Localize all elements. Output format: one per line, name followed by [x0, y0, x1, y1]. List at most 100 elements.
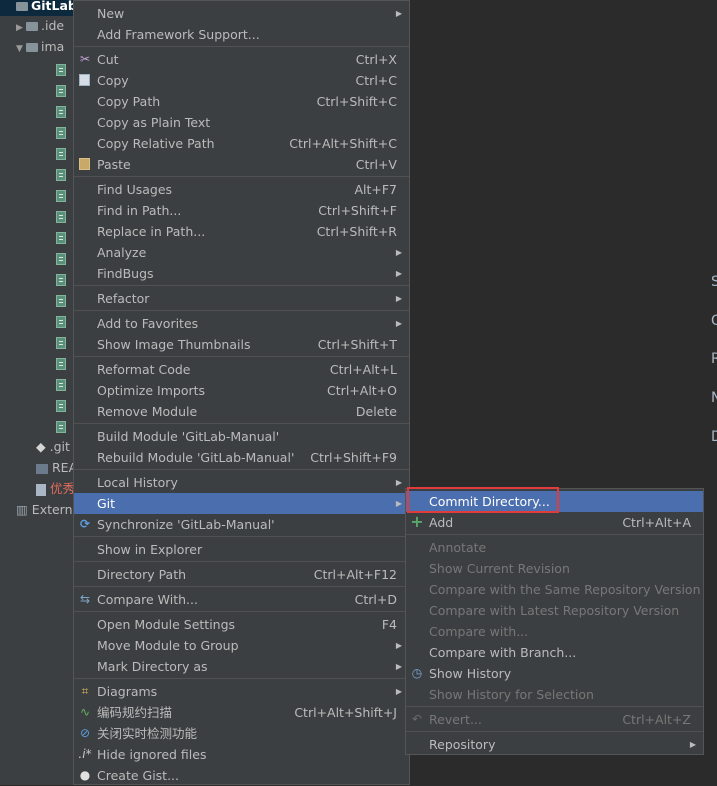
menu-item-copy-as-plain-text[interactable]: Copy as Plain Text	[74, 112, 409, 133]
menu-item-compare-with: Compare with...	[406, 621, 703, 642]
expand-arrow-icon[interactable]: ▶	[16, 18, 26, 38]
menu-item-label: Git	[97, 496, 116, 511]
menu-item-build-module-gitlab-manual[interactable]: Build Module 'GitLab-Manual'	[74, 426, 409, 447]
menu-item-create-gist[interactable]: ● Create Gist...	[74, 765, 409, 786]
menu-item-mark-directory-as[interactable]: Mark Directory as ▶	[74, 656, 409, 677]
image-file-icon[interactable]	[56, 295, 66, 307]
library-icon: ▥	[16, 502, 28, 517]
image-file-icon[interactable]	[56, 85, 66, 97]
image-file-icon[interactable]	[56, 127, 66, 139]
menu-item-label: Move Module to Group	[97, 638, 239, 653]
image-file-icon[interactable]	[56, 64, 66, 76]
menu-item-label: Refactor	[97, 291, 150, 306]
menu-separator	[74, 176, 409, 177]
menu-item-find-in-path[interactable]: Find in Path... Ctrl+Shift+F	[74, 200, 409, 221]
menu-item-paste[interactable]: Paste Ctrl+V	[74, 154, 409, 175]
menu-item-label: Find Usages	[97, 182, 173, 197]
menu-item-add[interactable]: + Add Ctrl+Alt+A	[406, 512, 703, 533]
menu-item-new[interactable]: New ▶	[74, 3, 409, 24]
menu-item-compare-with-latest-repository-version: Compare with Latest Repository Version	[406, 600, 703, 621]
menu-item-local-history[interactable]: Local History ▶	[74, 472, 409, 493]
menu-item-cjk-31[interactable]: ∿ 编码规约扫描 Ctrl+Alt+Shift+J	[74, 702, 409, 723]
menu-item-copy[interactable]: Copy Ctrl+C	[74, 70, 409, 91]
menu-item-show-in-explorer[interactable]: Show in Explorer	[74, 539, 409, 560]
image-file-icon[interactable]	[56, 211, 66, 223]
menu-item-annotate: Annotate	[406, 537, 703, 558]
menu-separator	[406, 731, 703, 732]
menu-item-replace-in-path[interactable]: Replace in Path... Ctrl+Shift+R	[74, 221, 409, 242]
menu-item-add-framework-support[interactable]: Add Framework Support...	[74, 24, 409, 45]
menu-item-label: FindBugs	[97, 266, 154, 281]
menu-item-shortcut: Ctrl+V	[355, 157, 397, 172]
menu-item-show-image-thumbnails[interactable]: Show Image Thumbnails Ctrl+Shift+T	[74, 334, 409, 355]
tree-item-git[interactable]: ◆ .git	[36, 437, 70, 457]
menu-item-copy-path[interactable]: Copy Path Ctrl+Shift+C	[74, 91, 409, 112]
tree-item-readme[interactable]: REA	[36, 458, 77, 478]
menu-item-label: Show Image Thumbnails	[97, 337, 251, 352]
menu-item-find-usages[interactable]: Find Usages Alt+F7	[74, 179, 409, 200]
menu-item-label: Diagrams	[97, 684, 158, 699]
menu-item-label: Copy as Plain Text	[97, 115, 211, 130]
context-menu: New ▶ Add Framework Support... ✂ Cut Ctrl+X Co…	[73, 0, 410, 785]
menu-item-reformat-code[interactable]: Reformat Code Ctrl+Alt+L	[74, 359, 409, 380]
menu-item-compare-with[interactable]: ⇆ Compare With... Ctrl+D	[74, 589, 409, 610]
menu-item-hide-ignored-files[interactable]: .i* Hide ignored files	[74, 744, 409, 765]
menu-item-move-module-to-group[interactable]: Move Module to Group ▶	[74, 635, 409, 656]
submenu-arrow-icon: ▶	[395, 294, 402, 303]
menu-item-analyze[interactable]: Analyze ▶	[74, 242, 409, 263]
menu-item-open-module-settings[interactable]: Open Module Settings F4	[74, 614, 409, 635]
menu-item-show-history[interactable]: ◷ Show History	[406, 663, 703, 684]
menu-item-remove-module[interactable]: Remove Module Delete	[74, 401, 409, 422]
menu-item-refactor[interactable]: Refactor ▶	[74, 288, 409, 309]
menu-item-diagrams[interactable]: ⌗ Diagrams ▶	[74, 681, 409, 702]
tree-item-external[interactable]: ▥ Externa	[16, 500, 80, 520]
image-file-icon[interactable]	[56, 106, 66, 118]
image-file-icon[interactable]	[56, 169, 66, 181]
image-file-icon[interactable]	[56, 358, 66, 370]
editor-text: S	[711, 274, 717, 290]
menu-item-label: Copy Path	[97, 94, 161, 109]
image-file-icon[interactable]	[56, 190, 66, 202]
menu-item-shortcut: Ctrl+Shift+C	[316, 94, 397, 109]
submenu-arrow-icon: ▶	[395, 319, 402, 328]
menu-item-cut[interactable]: ✂ Cut Ctrl+X	[74, 49, 409, 70]
image-file-icon[interactable]	[56, 232, 66, 244]
menu-item-shortcut: Ctrl+C	[355, 73, 397, 88]
menu-separator	[74, 536, 409, 537]
tree-item-images[interactable]: ▼ ima	[16, 37, 64, 57]
image-file-icon[interactable]	[56, 316, 66, 328]
menu-item-copy-relative-path[interactable]: Copy Relative Path Ctrl+Alt+Shift+C	[74, 133, 409, 154]
menu-item-cjk-32[interactable]: ⊘ 关闭实时检测功能	[74, 723, 409, 744]
image-file-icon[interactable]	[56, 274, 66, 286]
menu-item-label: Add	[429, 515, 454, 530]
collapse-arrow-icon[interactable]: ▼	[16, 39, 26, 59]
menu-separator	[74, 586, 409, 587]
tree-item-excellent[interactable]: 优秀	[36, 479, 75, 499]
tree-item-idea[interactable]: ▶ .ide	[16, 16, 64, 36]
menu-item-compare-with-branch[interactable]: Compare with Branch...	[406, 642, 703, 663]
submenu-arrow-icon: ▶	[395, 499, 402, 508]
menu-item-shortcut: Ctrl+Shift+F9	[310, 450, 397, 465]
image-file-icon[interactable]	[56, 253, 66, 265]
menu-separator	[74, 469, 409, 470]
menu-item-git[interactable]: Git ▶	[74, 493, 409, 514]
menu-item-label: Build Module 'GitLab-Manual'	[97, 429, 280, 444]
image-file-icon[interactable]	[56, 379, 66, 391]
menu-item-synchronize-gitlab-manual[interactable]: ⟳ Synchronize 'GitLab-Manual'	[74, 514, 409, 535]
menu-item-show-current-revision: Show Current Revision	[406, 558, 703, 579]
menu-item-directory-path[interactable]: Directory Path Ctrl+Alt+F12	[74, 564, 409, 585]
menu-item-label: Add Framework Support...	[97, 27, 260, 42]
editor-text: G	[711, 313, 717, 329]
menu-item-findbugs[interactable]: FindBugs ▶	[74, 263, 409, 284]
image-file-icon[interactable]	[56, 148, 66, 160]
menu-item-add-to-favorites[interactable]: Add to Favorites ▶	[74, 313, 409, 334]
folder-icon	[26, 22, 38, 31]
menu-separator	[406, 706, 703, 707]
menu-item-rebuild-module-gitlab-manual[interactable]: Rebuild Module 'GitLab-Manual' Ctrl+Shift…	[74, 447, 409, 468]
menu-item-optimize-imports[interactable]: Optimize Imports Ctrl+Alt+O	[74, 380, 409, 401]
menu-item-label: Optimize Imports	[97, 383, 206, 398]
image-file-icon[interactable]	[56, 337, 66, 349]
menu-item-repository[interactable]: Repository ▶	[406, 734, 703, 755]
image-file-icon[interactable]	[56, 421, 66, 433]
image-file-icon[interactable]	[56, 400, 66, 412]
